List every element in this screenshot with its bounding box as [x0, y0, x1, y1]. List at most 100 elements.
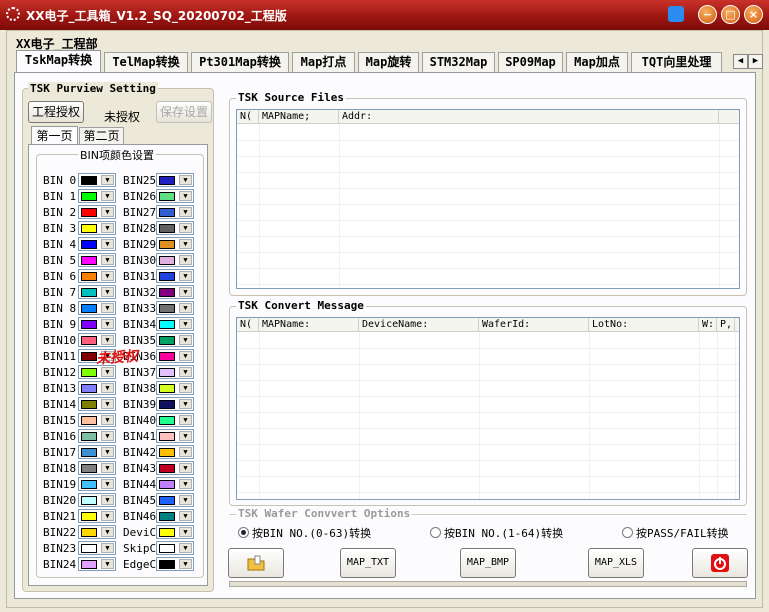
radio-pass-fail[interactable] — [622, 527, 633, 538]
bin-color-select[interactable]: ▼ — [156, 477, 194, 491]
bin-color-select[interactable]: ▼ — [156, 493, 194, 507]
save-settings-button[interactable]: 保存设置 — [156, 101, 212, 123]
bin-color-select[interactable]: ▼ — [78, 333, 116, 347]
maximize-button[interactable]: □ — [721, 5, 740, 24]
bin-color-select[interactable]: ▼ — [78, 557, 116, 571]
auth-button[interactable]: 工程授权 — [28, 101, 84, 123]
bin-color-select[interactable]: ▼ — [156, 285, 194, 299]
bin-color-select[interactable]: ▼ — [78, 541, 116, 555]
bin-color-select[interactable]: ▼ — [78, 237, 116, 251]
chevron-down-icon[interactable]: ▼ — [101, 255, 114, 265]
column-header[interactable]: N( — [237, 318, 259, 332]
column-header[interactable]: DeviceName: — [359, 318, 479, 332]
chevron-down-icon[interactable]: ▼ — [101, 399, 114, 409]
chevron-down-icon[interactable]: ▼ — [101, 415, 114, 425]
bin-color-select[interactable]: ▼ — [156, 189, 194, 203]
chevron-down-icon[interactable]: ▼ — [179, 287, 192, 297]
bin-color-select[interactable]: ▼ — [156, 301, 194, 315]
column-header[interactable]: N( — [237, 110, 259, 124]
chevron-down-icon[interactable]: ▼ — [179, 527, 192, 537]
close-button[interactable]: × — [744, 5, 763, 24]
column-header[interactable]: LotNo: — [589, 318, 699, 332]
bin-color-select[interactable]: ▼ — [156, 557, 194, 571]
minimize-button[interactable]: − — [698, 5, 717, 24]
tab-3[interactable]: Pt301Map转换 — [191, 52, 289, 72]
chevron-down-icon[interactable]: ▼ — [101, 463, 114, 473]
chevron-down-icon[interactable]: ▼ — [101, 319, 114, 329]
tab-5[interactable]: Map旋转 — [358, 52, 419, 72]
skin-icon[interactable] — [668, 6, 684, 22]
bin-color-select[interactable]: ▼ — [156, 221, 194, 235]
bin-color-select[interactable]: ▼ — [156, 445, 194, 459]
chevron-down-icon[interactable]: ▼ — [179, 511, 192, 521]
chevron-down-icon[interactable]: ▼ — [101, 335, 114, 345]
chevron-down-icon[interactable]: ▼ — [101, 447, 114, 457]
chevron-down-icon[interactable]: ▼ — [179, 351, 192, 361]
chevron-down-icon[interactable]: ▼ — [101, 527, 114, 537]
bin-color-select[interactable]: ▼ — [156, 173, 194, 187]
bin-color-select[interactable]: ▼ — [156, 365, 194, 379]
bin-color-select[interactable]: ▼ — [156, 413, 194, 427]
bin-color-select[interactable]: ▼ — [78, 429, 116, 443]
bin-color-select[interactable]: ▼ — [78, 477, 116, 491]
bin-color-select[interactable]: ▼ — [156, 429, 194, 443]
bin-color-select[interactable]: ▼ — [156, 397, 194, 411]
bin-color-select[interactable]: ▼ — [78, 173, 116, 187]
exit-button[interactable] — [692, 548, 748, 578]
tab-scroll-left-button[interactable]: ◀ — [733, 54, 748, 69]
chevron-down-icon[interactable]: ▼ — [101, 383, 114, 393]
chevron-down-icon[interactable]: ▼ — [101, 207, 114, 217]
tab-1[interactable]: TskMap转换 — [16, 50, 101, 73]
tab-4[interactable]: Map打点 — [292, 52, 355, 72]
radio-bin-1-64[interactable] — [430, 527, 441, 538]
bin-color-select[interactable]: ▼ — [156, 269, 194, 283]
tab-2[interactable]: TelMap转换 — [104, 52, 188, 72]
bin-color-select[interactable]: ▼ — [78, 317, 116, 331]
chevron-down-icon[interactable]: ▼ — [179, 191, 192, 201]
bin-color-select[interactable]: ▼ — [156, 381, 194, 395]
bin-color-select[interactable]: ▼ — [156, 509, 194, 523]
chevron-down-icon[interactable]: ▼ — [179, 479, 192, 489]
chevron-down-icon[interactable]: ▼ — [179, 367, 192, 377]
bin-color-select[interactable]: ▼ — [78, 525, 116, 539]
chevron-down-icon[interactable]: ▼ — [101, 479, 114, 489]
chevron-down-icon[interactable]: ▼ — [179, 463, 192, 473]
bin-color-select[interactable]: ▼ — [78, 445, 116, 459]
source-files-list[interactable]: N(MAPName; Addr: — [236, 109, 740, 289]
bin-color-select[interactable]: ▼ — [156, 237, 194, 251]
tab-7[interactable]: SP09Map — [498, 52, 563, 72]
bin-color-select[interactable]: ▼ — [78, 269, 116, 283]
chevron-down-icon[interactable]: ▼ — [179, 559, 192, 569]
tab-9[interactable]: TQT向里处理 — [631, 52, 722, 72]
map-xls-button[interactable]: MAP_XLS — [588, 548, 644, 578]
tab-scroll-right-button[interactable]: ▶ — [748, 54, 763, 69]
tab-page-2[interactable]: 第二页 — [79, 127, 124, 144]
chevron-down-icon[interactable]: ▼ — [101, 495, 114, 505]
chevron-down-icon[interactable]: ▼ — [179, 319, 192, 329]
chevron-down-icon[interactable]: ▼ — [101, 239, 114, 249]
bin-color-select[interactable]: ▼ — [156, 333, 194, 347]
bin-color-select[interactable]: ▼ — [78, 461, 116, 475]
column-header[interactable]: WaferId: — [479, 318, 589, 332]
chevron-down-icon[interactable]: ▼ — [101, 543, 114, 553]
chevron-down-icon[interactable]: ▼ — [101, 223, 114, 233]
column-header[interactable]: Addr: — [339, 110, 719, 124]
chevron-down-icon[interactable]: ▼ — [101, 431, 114, 441]
chevron-down-icon[interactable]: ▼ — [101, 287, 114, 297]
chevron-down-icon[interactable]: ▼ — [179, 255, 192, 265]
chevron-down-icon[interactable]: ▼ — [179, 239, 192, 249]
chevron-down-icon[interactable]: ▼ — [179, 447, 192, 457]
bin-color-select[interactable]: ▼ — [78, 381, 116, 395]
chevron-down-icon[interactable]: ▼ — [179, 495, 192, 505]
bin-color-select[interactable]: ▼ — [156, 253, 194, 267]
chevron-down-icon[interactable]: ▼ — [179, 175, 192, 185]
chevron-down-icon[interactable]: ▼ — [179, 383, 192, 393]
chevron-down-icon[interactable]: ▼ — [179, 399, 192, 409]
map-bmp-button[interactable]: MAP_BMP — [460, 548, 516, 578]
bin-color-select[interactable]: ▼ — [78, 301, 116, 315]
chevron-down-icon[interactable]: ▼ — [101, 303, 114, 313]
radio-bin-0-63[interactable] — [238, 527, 249, 538]
column-header[interactable]: W: — [699, 318, 717, 332]
column-header[interactable]: MAPName: — [259, 318, 359, 332]
chevron-down-icon[interactable]: ▼ — [101, 271, 114, 281]
